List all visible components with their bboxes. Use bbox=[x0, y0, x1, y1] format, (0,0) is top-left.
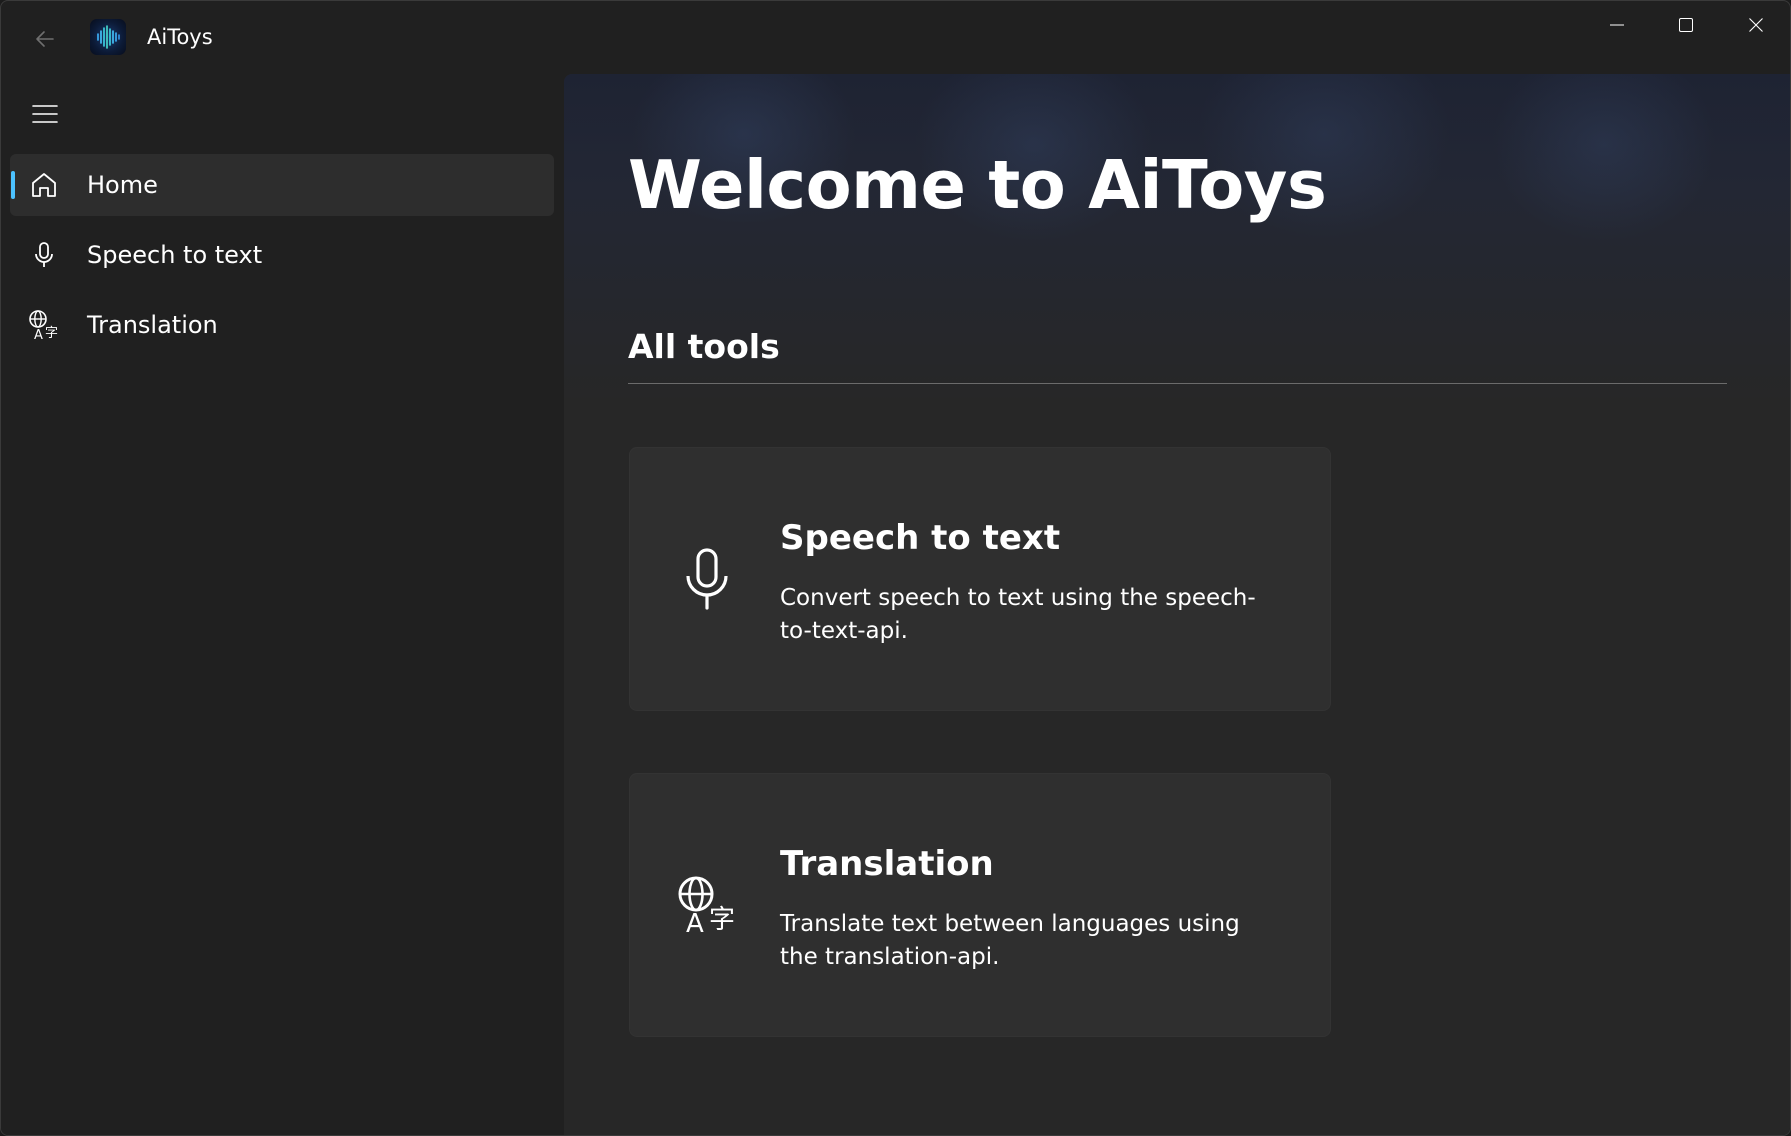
close-icon bbox=[1748, 18, 1763, 32]
navigation-pane: Home Speech to text A 字 Translation bbox=[1, 74, 564, 1135]
close-button[interactable] bbox=[1721, 1, 1790, 49]
card-title: Translation bbox=[780, 844, 994, 884]
main-content: Welcome to AiToys All tools Speech to te… bbox=[564, 74, 1790, 1135]
nav-item-label: Speech to text bbox=[87, 241, 263, 269]
maximize-icon bbox=[1678, 18, 1693, 32]
selection-indicator bbox=[11, 171, 15, 199]
microphone-icon bbox=[674, 546, 740, 612]
svg-text:字: 字 bbox=[45, 326, 58, 341]
card-description: Translate text between languages using t… bbox=[780, 911, 1240, 970]
nav-item-translation[interactable]: A 字 Translation bbox=[10, 294, 554, 356]
title-bar: AiToys bbox=[1, 1, 1790, 74]
page-title: Welcome to AiToys bbox=[628, 146, 1327, 224]
tool-card-translation[interactable]: A 字 Translation Translate text between l… bbox=[629, 773, 1331, 1037]
nav-item-home[interactable]: Home bbox=[10, 154, 554, 216]
minimize-icon bbox=[1609, 24, 1624, 26]
tool-card-speech-to-text[interactable]: Speech to text Convert speech to text us… bbox=[629, 447, 1331, 711]
svg-text:A: A bbox=[686, 909, 704, 936]
section-title: All tools bbox=[628, 327, 780, 366]
app-title: AiToys bbox=[147, 25, 213, 49]
card-description: Convert speech to text using the speech-… bbox=[780, 585, 1256, 644]
minimize-button[interactable] bbox=[1582, 1, 1651, 49]
app-logo-icon bbox=[90, 19, 126, 55]
section-divider bbox=[628, 383, 1727, 384]
nav-item-speech-to-text[interactable]: Speech to text bbox=[10, 224, 554, 286]
translate-icon: A 字 bbox=[28, 309, 60, 341]
maximize-button[interactable] bbox=[1651, 1, 1720, 49]
microphone-icon bbox=[28, 239, 60, 271]
hamburger-menu-icon bbox=[32, 105, 58, 123]
app-window: AiToys Home Speech to text A 字 Translati… bbox=[0, 0, 1791, 1136]
back-button[interactable] bbox=[25, 23, 65, 55]
menu-toggle-button[interactable] bbox=[23, 94, 67, 134]
card-title: Speech to text bbox=[780, 518, 1061, 558]
home-icon bbox=[28, 169, 60, 201]
arrow-left-icon bbox=[36, 31, 54, 47]
nav-item-label: Home bbox=[87, 171, 158, 199]
svg-text:A: A bbox=[34, 328, 43, 341]
translate-icon: A 字 bbox=[674, 872, 740, 938]
svg-text:字: 字 bbox=[709, 905, 735, 935]
nav-item-label: Translation bbox=[87, 311, 218, 339]
